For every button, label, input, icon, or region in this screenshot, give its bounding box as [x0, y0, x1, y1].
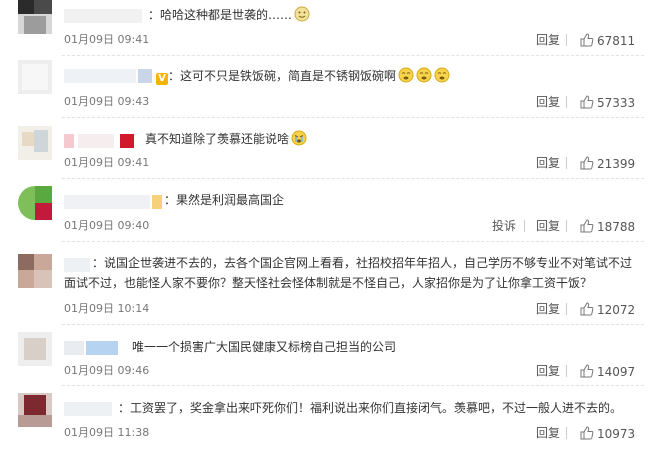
- action-separator: [566, 303, 567, 315]
- reply-button[interactable]: 回复: [536, 364, 560, 378]
- avatar[interactable]: [18, 393, 52, 427]
- like-count: 18788: [597, 220, 636, 234]
- avatar[interactable]: [18, 60, 52, 94]
- username-blurred[interactable]: [64, 195, 164, 209]
- username-blurred[interactable]: [64, 9, 142, 23]
- comment-text: 唯一一个损害广大国民健康又标榜自己担当的公司: [132, 340, 397, 354]
- username-blurred[interactable]: [64, 69, 154, 83]
- like-button[interactable]: 57333: [580, 95, 635, 110]
- comment-text-line2: 面试不过，也能怪人家不要你？整天怪社会怪体制就是不怪自己，人家招你是为了让你拿工…: [64, 276, 593, 290]
- action-separator: [524, 220, 525, 232]
- face-emoji-icon: [291, 130, 307, 146]
- reply-button[interactable]: 回复: [536, 219, 560, 233]
- like-button[interactable]: 67811: [580, 33, 635, 48]
- reply-button[interactable]: 回复: [536, 426, 560, 440]
- avatar[interactable]: [18, 0, 52, 34]
- action-separator: [566, 365, 567, 377]
- like-count: 12072: [597, 303, 636, 317]
- comment-text: ：说国企世袭进不去的，去各个国企官网上看看，社招校招年年招人，自己学历不够专业不…: [92, 256, 633, 270]
- like-count: 67811: [597, 34, 636, 48]
- face-emoji-icon: [434, 67, 450, 83]
- thumbs-up-icon: [580, 33, 594, 47]
- comment-text: ：工资罢了，奖金拿出来吓死你们！福利说出来你们直接闭气。羡慕吧，不过一般人进不去…: [118, 401, 623, 415]
- thumbs-up-icon: [580, 219, 594, 233]
- thumbs-up-icon: [580, 364, 594, 378]
- thumbs-up-icon: [580, 302, 594, 316]
- like-count: 14097: [597, 365, 636, 379]
- comment-time: 01月09日 11:38: [64, 426, 150, 439]
- avatar[interactable]: [18, 254, 52, 288]
- comment-text: ：果然是利润最高国企: [164, 193, 285, 207]
- comment-list: ：哈哈这种都是世袭的…… 01月09日 09:41 回复 67811 V ：这可不…: [0, 0, 658, 451]
- like-count: 57333: [597, 96, 636, 110]
- face-emoji-icon: [294, 6, 310, 22]
- reply-button[interactable]: 回复: [536, 95, 560, 109]
- comment-divider: [62, 117, 644, 118]
- action-separator: [566, 427, 567, 439]
- username-blurred[interactable]: [64, 341, 120, 355]
- comment-divider: [62, 241, 644, 242]
- username-blurred[interactable]: [64, 134, 134, 148]
- comment-time: 01月09日 09:46: [64, 364, 150, 377]
- report-button[interactable]: 投诉: [492, 219, 516, 233]
- like-count: 21399: [597, 157, 636, 171]
- thumbs-up-icon: [580, 95, 594, 109]
- like-button[interactable]: 14097: [580, 364, 635, 379]
- like-button[interactable]: 10973: [580, 426, 635, 441]
- action-separator: [566, 157, 567, 169]
- comment-time: 01月09日 09:41: [64, 156, 150, 169]
- reply-button[interactable]: 回复: [536, 156, 560, 170]
- username-blurred[interactable]: [64, 402, 112, 416]
- avatar[interactable]: [18, 126, 52, 160]
- face-emoji-icon: [398, 67, 414, 83]
- comment-time: 01月09日 09:40: [64, 219, 150, 232]
- like-button[interactable]: 12072: [580, 302, 635, 317]
- reply-button[interactable]: 回复: [536, 33, 560, 47]
- like-count: 10973: [597, 427, 636, 441]
- comment-divider: [62, 324, 644, 325]
- comment-time: 01月09日 09:41: [64, 33, 150, 46]
- avatar[interactable]: [18, 186, 52, 220]
- reply-button[interactable]: 回复: [536, 302, 560, 316]
- action-separator: [566, 34, 567, 46]
- comment-divider: [62, 55, 644, 56]
- like-button[interactable]: 18788: [580, 219, 635, 234]
- comment-text: 真不知道除了羡慕还能说啥: [145, 129, 307, 149]
- comment-time: 01月09日 10:14: [64, 302, 150, 315]
- username-blurred[interactable]: [64, 258, 90, 272]
- thumbs-up-icon: [580, 156, 594, 170]
- comment-text: V ：这可不只是铁饭碗，简直是不锈钢饭碗啊: [154, 66, 450, 86]
- face-emoji-icon: [416, 67, 432, 83]
- comment-divider: [62, 178, 644, 179]
- action-separator: [566, 220, 567, 232]
- like-button[interactable]: 21399: [580, 156, 635, 171]
- thumbs-up-icon: [580, 426, 594, 440]
- comment-time: 01月09日 09:43: [64, 95, 150, 108]
- comment-text: ：哈哈这种都是世袭的……: [148, 5, 310, 25]
- comment-divider: [62, 385, 644, 386]
- verified-v-icon: V: [156, 73, 168, 85]
- avatar[interactable]: [18, 332, 52, 366]
- action-separator: [566, 96, 567, 108]
